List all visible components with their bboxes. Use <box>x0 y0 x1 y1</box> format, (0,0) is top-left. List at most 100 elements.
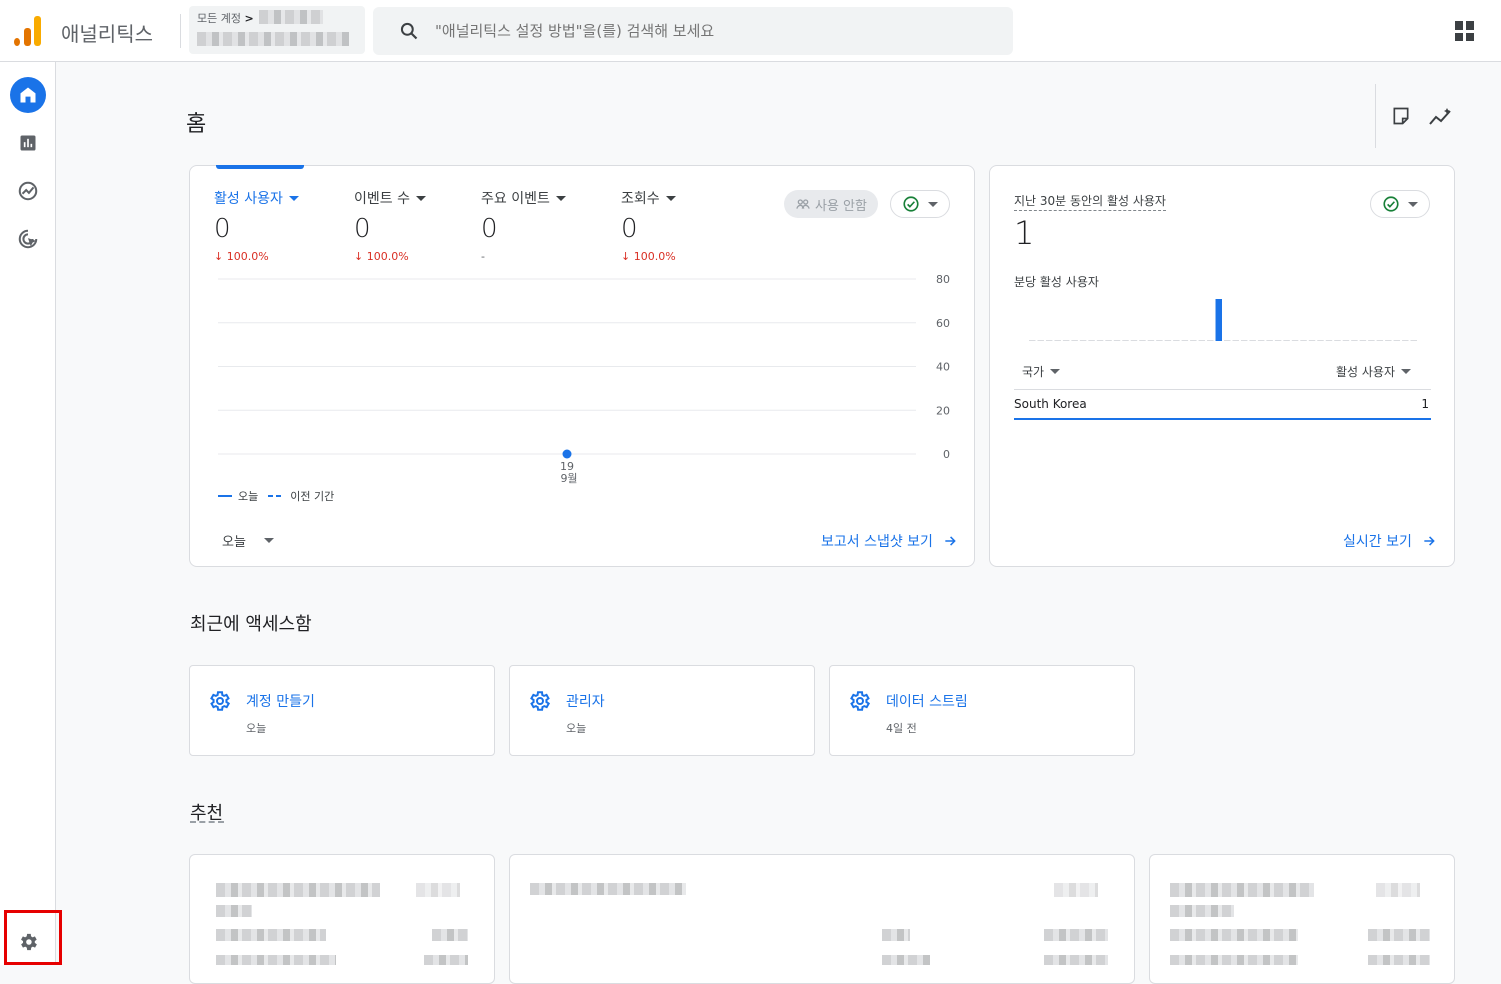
nav-home[interactable] <box>10 77 46 113</box>
top-bar: 애널리틱스 모든 계정 > <box>0 0 1501 62</box>
metric-key-events[interactable]: 주요 이벤트 0 - <box>481 188 566 263</box>
metric-label: 활성 사용자 <box>214 191 283 207</box>
minute-bar <box>1198 340 1206 341</box>
recent-section-title: 최근에 액세스함 <box>190 614 312 635</box>
minute-bar <box>1062 340 1070 341</box>
overview-line-chart: 806040200199월 <box>218 273 950 485</box>
legend-solid-swatch <box>218 495 232 497</box>
analytics-logo-icon[interactable] <box>14 16 42 46</box>
page-title: 홈 <box>186 112 207 137</box>
metric-views[interactable]: 조회수 0 ↓ 100.0% <box>621 188 676 263</box>
app-name: 애널리틱스 <box>61 22 153 46</box>
apps-grid-icon[interactable] <box>1455 21 1475 41</box>
minute-bar <box>1037 340 1044 341</box>
blurred-property-name <box>197 32 349 46</box>
link-label: 보고서 스냅샷 보기 <box>821 534 933 550</box>
blurred-card-subtitle <box>1170 905 1234 917</box>
blurred-account-name <box>259 10 323 24</box>
y-tick-label: 0 <box>943 448 950 461</box>
minute-bar <box>1410 340 1417 341</box>
recent-item-data-streams[interactable]: 데이터 스트림 4일 전 <box>829 665 1135 756</box>
date-range-dropdown[interactable]: 오늘 <box>222 531 274 550</box>
recent-item-time: 4일 전 <box>886 722 917 735</box>
blurred-card-badge <box>416 883 460 897</box>
search-bar[interactable] <box>373 7 1013 55</box>
recent-item-admin[interactable]: 관리자 오늘 <box>509 665 815 756</box>
blurred-card-subtitle <box>216 905 252 917</box>
minute-bar <box>1045 340 1053 341</box>
minute-bar <box>1173 340 1180 341</box>
home-icon <box>20 87 36 103</box>
gear-icon <box>530 691 551 711</box>
metric-active-users[interactable]: 활성 사용자 0 ↓ 100.0% <box>214 188 299 263</box>
recent-item-title: 데이터 스트림 <box>886 694 968 710</box>
date-range-label: 오늘 <box>222 535 246 550</box>
metric-event-count[interactable]: 이벤트 수 0 ↓ 100.0% <box>354 188 426 263</box>
insights-note-icon[interactable] <box>1391 106 1411 126</box>
table-row[interactable]: South Korea 1 <box>1014 390 1431 420</box>
minute-bar <box>1249 340 1256 341</box>
nav-explore[interactable] <box>10 173 46 209</box>
minute-bar <box>1130 340 1138 341</box>
y-tick-label: 40 <box>936 361 950 374</box>
row-country: South Korea <box>1014 397 1087 411</box>
minute-bar <box>1181 340 1189 341</box>
data-quality-dropdown[interactable] <box>890 190 950 218</box>
dropdown-caret-icon <box>415 195 426 201</box>
realtime-quality-dropdown[interactable] <box>1370 190 1430 218</box>
dropdown-caret-icon <box>1401 369 1411 374</box>
minute-bar <box>1368 340 1375 341</box>
recent-item-title: 관리자 <box>566 694 605 710</box>
nav-reports[interactable] <box>10 125 46 161</box>
minute-bar <box>1156 340 1163 341</box>
minute-bar <box>1232 340 1239 341</box>
minute-bar <box>1291 340 1299 341</box>
minute-bar <box>1105 340 1112 341</box>
nav-advertising[interactable] <box>10 221 46 257</box>
column-active-users[interactable]: 활성 사용자 <box>1336 363 1411 380</box>
recent-item-create-account[interactable]: 계정 만들기 오늘 <box>189 665 495 756</box>
legend-previous: 이전 기간 <box>290 490 335 503</box>
search-input[interactable] <box>435 7 995 55</box>
blurred-card-value <box>1368 955 1430 965</box>
blurred-card-value <box>1368 929 1430 941</box>
explore-icon <box>18 181 38 201</box>
account-selector[interactable]: 모든 계정 > <box>189 6 365 54</box>
row-users: 1 <box>1421 397 1429 411</box>
legend-dashed-swatch <box>268 495 285 497</box>
minute-bar <box>1283 340 1290 341</box>
arrow-right-icon <box>1424 536 1435 546</box>
view-report-snapshot-link[interactable]: 보고서 스냅샷 보기 <box>821 531 957 551</box>
gear-icon <box>210 691 231 711</box>
metric-change: ↓ 100.0% <box>214 250 269 263</box>
legend-today: 오늘 <box>238 490 259 503</box>
minute-bar <box>1376 340 1384 341</box>
minute-bar <box>1266 340 1273 341</box>
blurred-card-value <box>1044 955 1108 965</box>
compare-disabled-pill[interactable]: 사용 안함 <box>784 190 878 218</box>
side-nav <box>0 62 62 965</box>
minute-bar <box>1113 340 1121 341</box>
metric-change: - <box>481 250 485 263</box>
recent-item-time: 오늘 <box>566 722 587 735</box>
metric-value: 0 <box>214 214 231 244</box>
realtime-table-header: 국가 활성 사용자 <box>1014 360 1431 390</box>
insights-trend-icon[interactable] <box>1428 106 1454 128</box>
blurred-card-row <box>216 929 326 941</box>
dashed-underline <box>190 821 224 823</box>
view-realtime-link[interactable]: 실시간 보기 <box>1343 531 1436 551</box>
users-icon <box>796 199 810 209</box>
per-minute-bar-chart <box>1029 299 1417 341</box>
dropdown-caret-icon <box>1408 201 1418 207</box>
minute-bar <box>1224 340 1231 341</box>
minute-bar <box>1096 340 1104 341</box>
minute-bar <box>1274 340 1282 341</box>
column-country[interactable]: 국가 <box>1022 363 1061 380</box>
minute-bar <box>1088 340 1095 341</box>
recent-item-time: 오늘 <box>246 722 267 735</box>
minute-bar <box>1054 340 1061 341</box>
column-label: 활성 사용자 <box>1335 365 1395 379</box>
pill-label: 사용 안함 <box>815 198 867 214</box>
y-tick-label: 20 <box>936 404 950 417</box>
check-circle-icon <box>1383 196 1399 212</box>
